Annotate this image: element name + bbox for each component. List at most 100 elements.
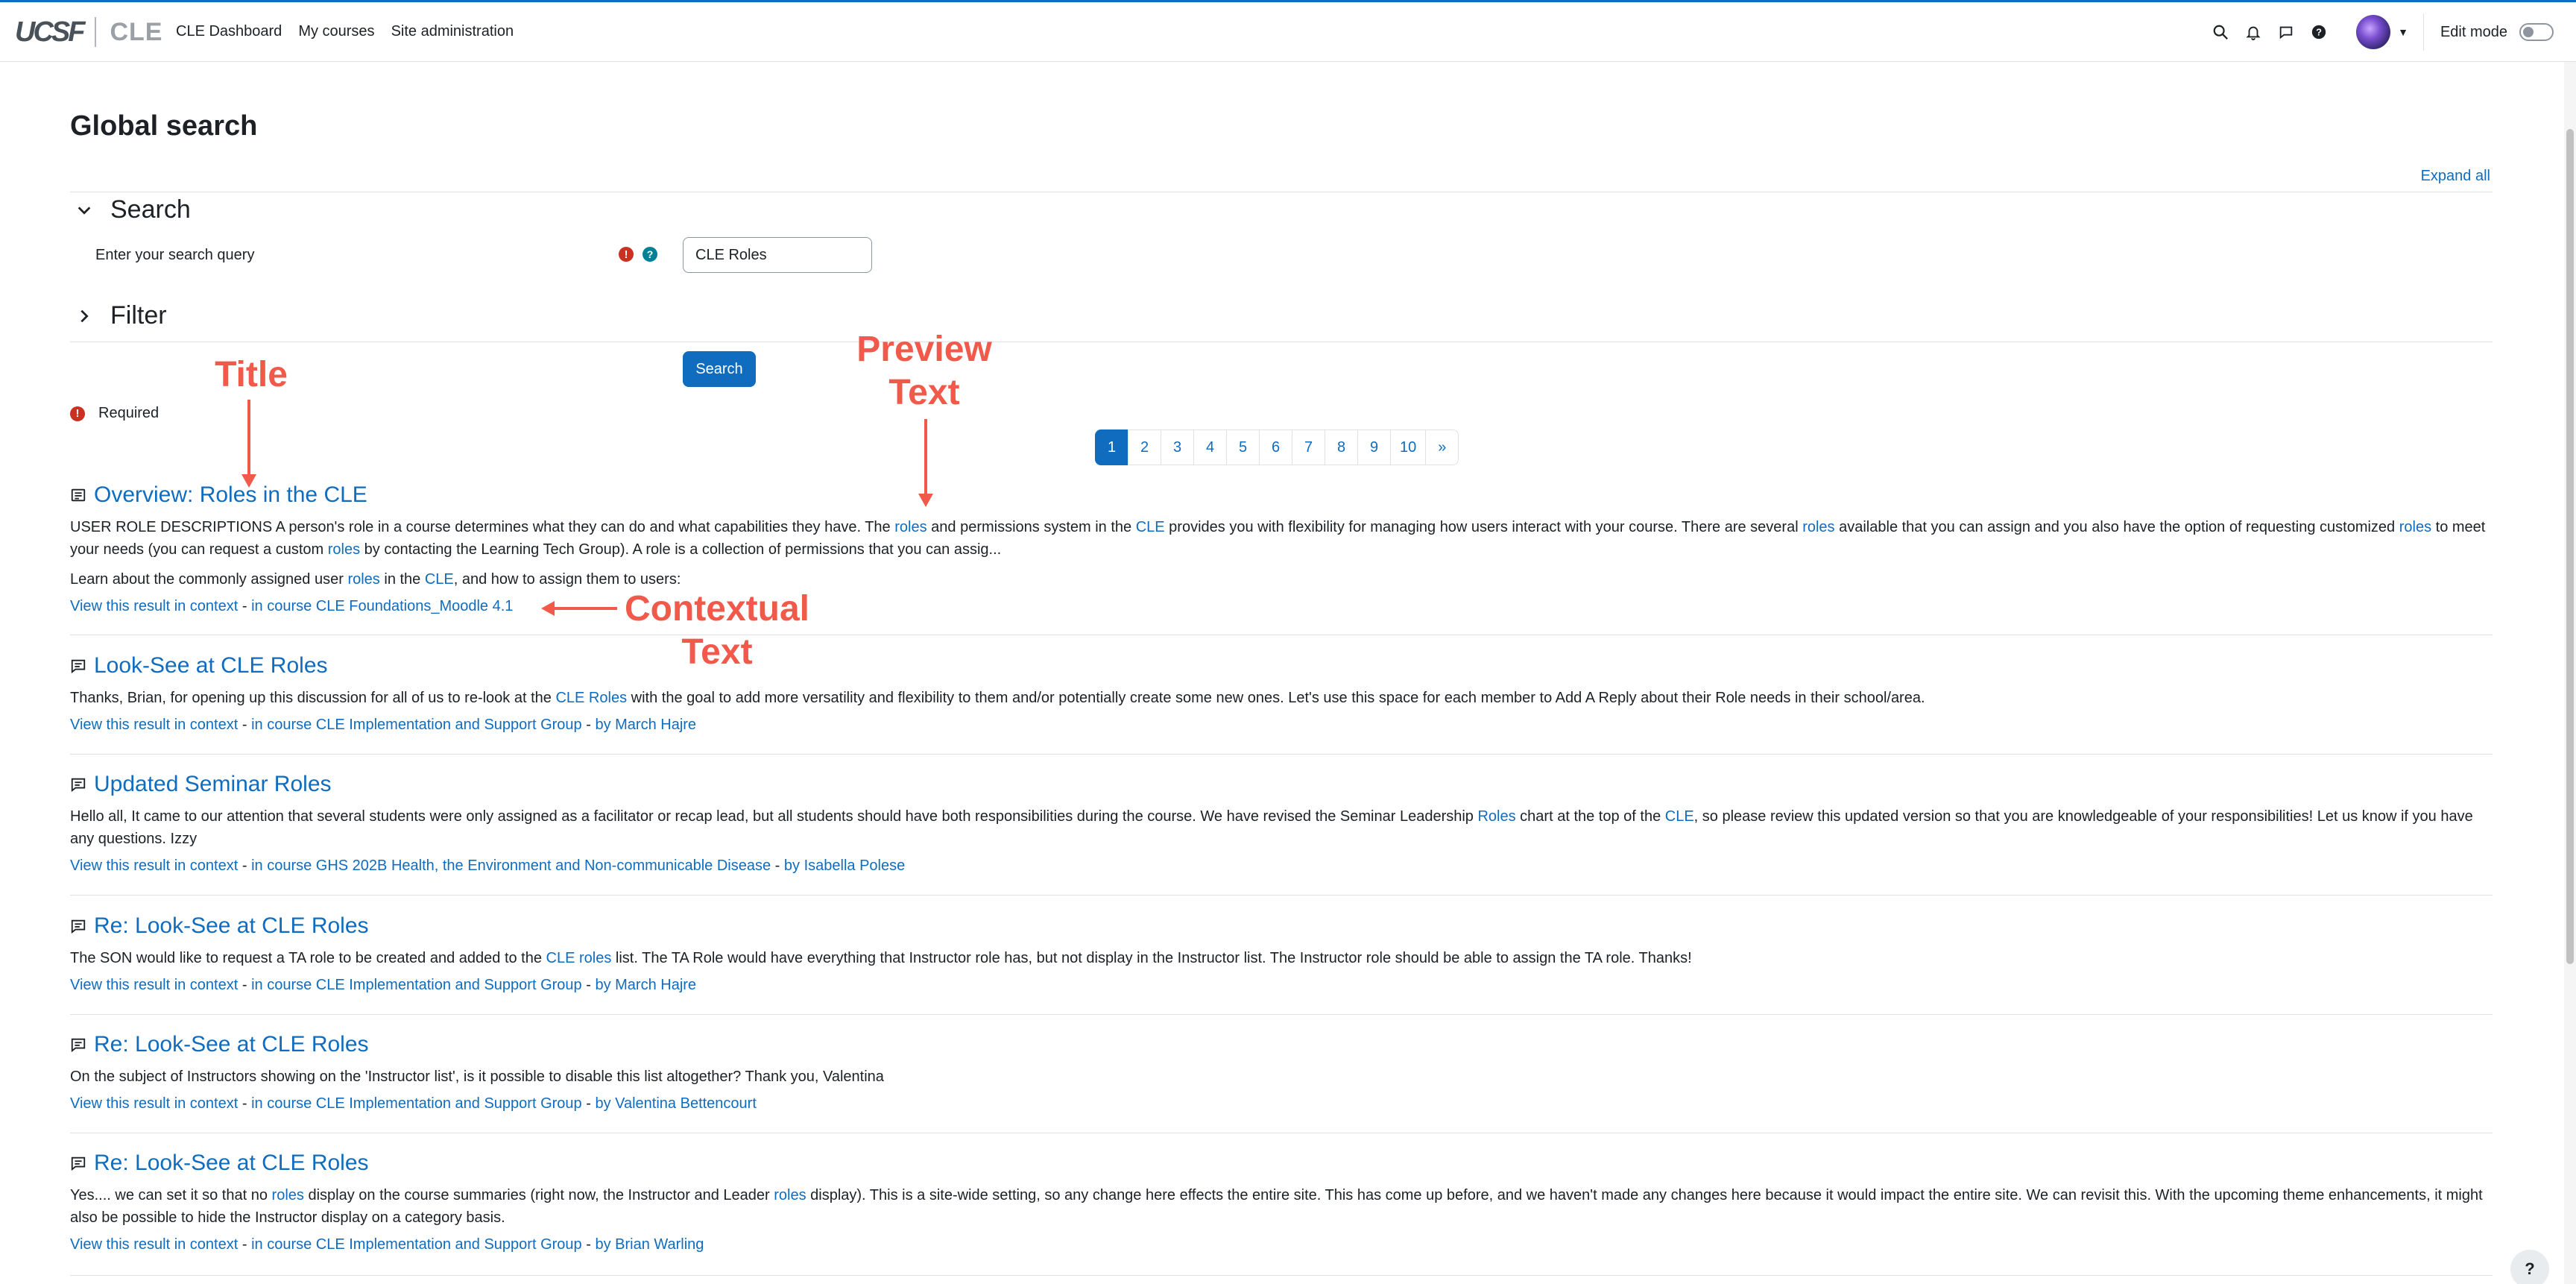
result-preview-text: Thanks, Brian, for opening up this discu… xyxy=(70,687,2493,709)
course-link[interactable]: in course CLE Implementation and Support… xyxy=(251,977,582,993)
search-result: Re: Look-See at CLE Roles Yes.... we can… xyxy=(70,1148,2493,1254)
user-menu[interactable]: ▼ xyxy=(2356,15,2408,49)
text-fragment: Thanks, Brian, for opening up this discu… xyxy=(70,690,556,706)
expand-all-link[interactable]: Expand all xyxy=(2421,168,2490,185)
course-link[interactable]: in course CLE Foundations_Moodle 4.1 xyxy=(251,598,513,614)
result-context: View this result in context - in course … xyxy=(70,598,514,614)
search-button[interactable]: Search xyxy=(683,351,756,387)
highlighted-term: roles xyxy=(2399,519,2432,535)
help-icon[interactable]: ? xyxy=(643,247,657,262)
search-section-title: Search xyxy=(110,195,191,224)
page-scrollbar[interactable] xyxy=(2564,62,2576,1284)
annotation-contextual-label: Contextual Text xyxy=(620,588,814,674)
brand-cle: CLE xyxy=(110,17,163,46)
page-link-next[interactable]: » xyxy=(1425,429,1459,465)
highlighted-term: roles xyxy=(774,1187,806,1203)
highlighted-term: CLE xyxy=(1664,808,1694,825)
result-divider xyxy=(70,1275,2493,1276)
edit-mode-label: Edit mode xyxy=(2440,23,2507,40)
result-title[interactable]: Look-See at CLE Roles xyxy=(94,653,328,679)
edit-mode-switch[interactable] xyxy=(2519,23,2554,41)
annotation-preview-line2: Text xyxy=(888,373,960,412)
scrollbar-thumb[interactable] xyxy=(2566,129,2574,964)
page-link-6[interactable]: 6 xyxy=(1259,429,1292,465)
avatar xyxy=(2356,15,2391,49)
highlighted-term: CLE Roles xyxy=(555,690,628,706)
page-link-1[interactable]: 1 xyxy=(1095,429,1128,465)
result-title[interactable]: Re: Look-See at CLE Roles xyxy=(94,1032,369,1057)
page-link-5[interactable]: 5 xyxy=(1226,429,1260,465)
annotation-preview-line1: Preview xyxy=(856,330,992,369)
text-fragment: in the xyxy=(379,571,425,588)
result-title[interactable]: Re: Look-See at CLE Roles xyxy=(94,1151,369,1176)
page-link-7[interactable]: 7 xyxy=(1292,429,1325,465)
search-input[interactable] xyxy=(683,237,872,273)
text-fragment: provides you with flexibility for managi… xyxy=(1164,519,1803,535)
course-link[interactable]: in course CLE Implementation and Support… xyxy=(251,717,582,733)
chevron-down-icon: ▼ xyxy=(2398,26,2408,38)
view-in-context-link[interactable]: View this result in context xyxy=(70,598,238,614)
help-question-icon[interactable]: ? xyxy=(2302,16,2335,48)
text-fragment: Learn about the commonly assigned user xyxy=(70,571,348,588)
edit-mode-toggle[interactable]: Edit mode xyxy=(2440,23,2554,41)
nav-site-administration[interactable]: Site administration xyxy=(391,23,514,40)
highlighted-term: roles xyxy=(327,541,361,558)
text-fragment: with the goal to add more versatility an… xyxy=(627,690,1925,706)
search-icon[interactable] xyxy=(2204,16,2237,48)
view-in-context-link[interactable]: View this result in context xyxy=(70,1236,238,1253)
result-title[interactable]: Overview: Roles in the CLE xyxy=(94,482,367,508)
text-fragment: Hello all, It came to our attention that… xyxy=(70,808,1478,825)
nav-my-courses[interactable]: My courses xyxy=(298,23,374,40)
view-in-context-link[interactable]: View this result in context xyxy=(70,977,238,993)
result-title[interactable]: Updated Seminar Roles xyxy=(94,772,332,797)
course-link[interactable]: in course GHS 202B Health, the Environme… xyxy=(251,857,771,874)
author-link[interactable]: by Isabella Polese xyxy=(784,857,905,874)
page-link-10[interactable]: 10 xyxy=(1390,429,1427,465)
result-preview-text: Hello all, It came to our attention that… xyxy=(70,805,2493,850)
result-title[interactable]: Re: Look-See at CLE Roles xyxy=(94,913,369,939)
filter-section-toggle[interactable]: Filter xyxy=(76,301,167,330)
search-query-label: Enter your search query xyxy=(95,247,255,263)
navbar-right: ? ▼ Edit mode xyxy=(2204,2,2576,62)
page-link-4[interactable]: 4 xyxy=(1193,429,1227,465)
notifications-bell-icon[interactable] xyxy=(2237,16,2270,48)
view-in-context-link[interactable]: View this result in context xyxy=(70,857,238,874)
author-link[interactable]: by March Hajre xyxy=(595,717,696,733)
result-context: View this result in context - in course … xyxy=(70,717,697,733)
page-link-2[interactable]: 2 xyxy=(1128,429,1161,465)
course-link[interactable]: in course CLE Implementation and Support… xyxy=(251,1236,582,1253)
page-link-3[interactable]: 3 xyxy=(1161,429,1194,465)
help-floating-button[interactable]: ? xyxy=(2510,1250,2549,1284)
text-fragment: and permissions system in the xyxy=(926,519,1136,535)
course-link[interactable]: in course CLE Implementation and Support… xyxy=(251,1095,582,1112)
navbar-divider xyxy=(2422,13,2424,51)
result-divider xyxy=(70,754,2493,755)
result-preview-text: The SON would like to request a TA role … xyxy=(70,947,2493,969)
highlighted-term: roles xyxy=(347,571,380,588)
author-link[interactable]: by March Hajre xyxy=(595,977,696,993)
author-link[interactable]: by Valentina Bettencourt xyxy=(595,1095,756,1112)
messages-chat-icon[interactable] xyxy=(2270,16,2302,48)
filter-section-title: Filter xyxy=(110,301,167,330)
chevron-right-icon xyxy=(80,309,89,322)
annotation-contextual-line1: Contextual xyxy=(624,589,809,629)
view-in-context-link[interactable]: View this result in context xyxy=(70,717,238,733)
search-result: Updated Seminar Roles Hello all, It came… xyxy=(70,770,2493,875)
annotation-arrow-down xyxy=(918,419,933,507)
view-in-context-link[interactable]: View this result in context xyxy=(70,1095,238,1112)
site-logo[interactable]: UCSF CLE xyxy=(15,16,162,48)
result-preview-text: USER ROLE DESCRIPTIONS A person's role i… xyxy=(70,516,2493,561)
result-preview-text: Yes.... we can set it so that no roles d… xyxy=(70,1184,2493,1229)
author-link[interactable]: by Brian Warling xyxy=(595,1236,704,1253)
result-context: View this result in context - in course … xyxy=(70,857,906,874)
text-fragment: Yes.... we can set it so that no xyxy=(70,1187,272,1203)
nav-cle-dashboard[interactable]: CLE Dashboard xyxy=(176,23,282,40)
page-link-9[interactable]: 9 xyxy=(1357,429,1391,465)
text-fragment: display on the course summaries (right n… xyxy=(303,1187,774,1203)
page-link-8[interactable]: 8 xyxy=(1325,429,1358,465)
result-context: View this result in context - in course … xyxy=(70,977,697,993)
search-section-toggle[interactable]: Search xyxy=(76,195,191,224)
text-fragment: On the subject of Instructors showing on… xyxy=(70,1069,884,1085)
annotation-preview-label: Preview Text xyxy=(850,328,999,415)
annotation-title-label: Title xyxy=(215,355,288,394)
